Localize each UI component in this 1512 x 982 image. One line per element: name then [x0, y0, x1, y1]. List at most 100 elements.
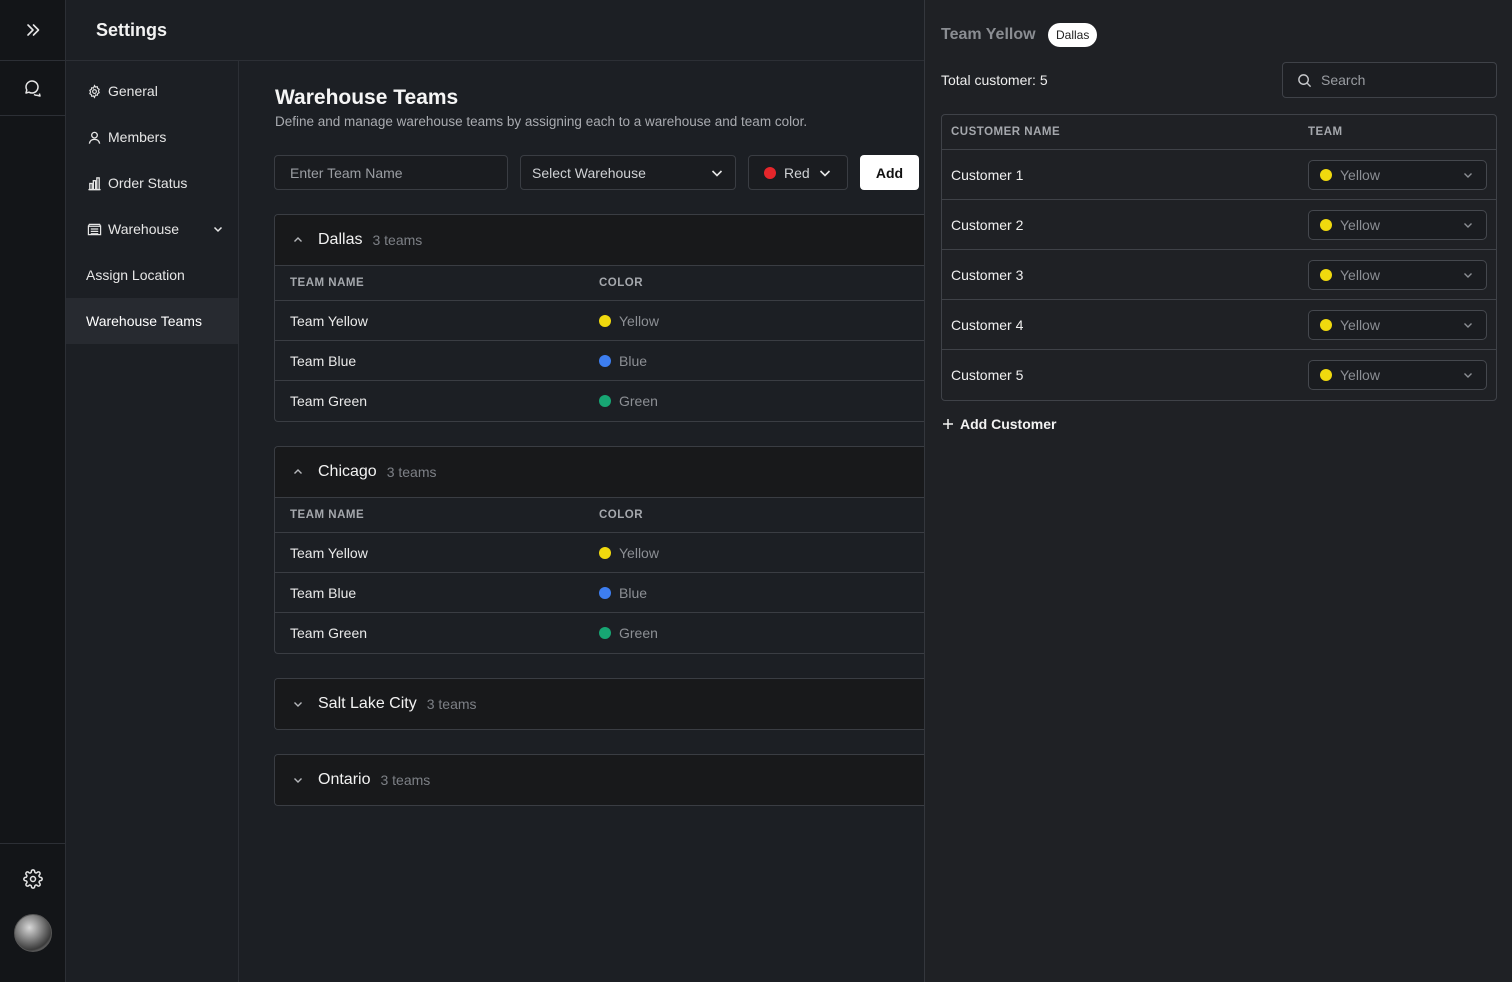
color-swatch: [1320, 318, 1332, 331]
table-row[interactable]: Team Green Green: [275, 381, 924, 421]
warehouse-badge: Dallas: [1048, 23, 1098, 47]
team-color-label: Yellow: [619, 544, 659, 561]
column-color: COLOR: [599, 277, 644, 289]
add-customer-button[interactable]: Add Customer: [942, 416, 1056, 432]
table-row[interactable]: Team Yellow Yellow: [275, 533, 924, 573]
settings-button[interactable]: [0, 844, 65, 914]
team-color-label: Green: [619, 393, 658, 409]
rail-bottom: [0, 843, 65, 982]
warehouse-icon: [86, 221, 102, 237]
plus-icon: [942, 418, 954, 430]
chevron-down-icon: [1462, 219, 1474, 231]
nav-item-label: Order Status: [108, 175, 188, 191]
chevron-up-icon: [292, 234, 304, 246]
nav-item-assign-location[interactable]: Assign Location: [66, 252, 238, 298]
team-select[interactable]: Yellow: [1308, 159, 1487, 190]
icon-rail: [0, 0, 66, 982]
group-city: Salt Lake City: [318, 695, 417, 712]
search-placeholder: Search: [1321, 72, 1366, 88]
customer-name: Customer 5: [951, 367, 1024, 383]
group-header[interactable]: Dallas 3 teams: [275, 215, 924, 265]
color-swatch: [599, 546, 611, 559]
column-color: COLOR: [599, 509, 644, 521]
team-select[interactable]: Yellow: [1308, 209, 1487, 240]
team-name: Team Yellow: [290, 544, 368, 561]
team-name-input[interactable]: [274, 155, 508, 190]
table-row: Customer 2 Yellow: [942, 200, 1496, 250]
chevron-down-icon: [710, 166, 724, 180]
customer-name: Customer 3: [951, 266, 1024, 283]
team-select[interactable]: Yellow: [1308, 360, 1487, 390]
gear-icon: [86, 83, 102, 99]
team-name: Team Green: [290, 393, 368, 409]
color-select-value: Red: [784, 164, 810, 181]
nav-item-general[interactable]: General: [66, 68, 238, 114]
color-swatch: [599, 586, 611, 599]
chevron-down-icon: [1462, 369, 1474, 381]
team-name: Team Yellow: [290, 312, 368, 329]
panel-title: Team Yellow: [941, 26, 1036, 43]
team-name: Team Blue: [290, 584, 357, 601]
group-count: 3 teams: [380, 772, 431, 788]
warehouse-select-value: Select Warehouse: [532, 164, 646, 181]
team-select-value: Yellow: [1340, 266, 1380, 283]
avatar-wrap: [0, 914, 65, 982]
team-select[interactable]: Yellow: [1308, 259, 1487, 290]
customer-search-input[interactable]: Search: [1282, 62, 1497, 98]
chat-button[interactable]: [0, 61, 65, 116]
color-swatch: [764, 166, 776, 179]
group-city: Chicago: [318, 463, 377, 480]
group-header[interactable]: Chicago 3 teams: [275, 447, 924, 497]
team-color-label: Yellow: [619, 312, 659, 329]
group-header[interactable]: Salt Lake City 3 teams: [275, 679, 924, 729]
expand-sidebar-button[interactable]: [0, 0, 65, 61]
nav-item-members[interactable]: Members: [66, 114, 238, 160]
group-header[interactable]: Ontario 3 teams: [275, 755, 924, 805]
team-select-value: Yellow: [1340, 216, 1380, 233]
chevron-down-icon: [292, 698, 304, 710]
chevron-down-icon: [1462, 269, 1474, 281]
chat-icon: [24, 80, 41, 97]
team-color: Blue: [599, 353, 647, 369]
team-color: Blue: [599, 585, 647, 601]
add-team-button[interactable]: Add: [860, 155, 919, 190]
table-row[interactable]: Team Yellow Yellow: [275, 301, 924, 341]
color-select[interactable]: Red: [748, 155, 848, 190]
nav-item-warehouse[interactable]: Warehouse: [66, 206, 238, 252]
color-swatch: [1320, 168, 1332, 181]
customer-name: Customer 2: [951, 216, 1024, 233]
table-row[interactable]: Team Green Green: [275, 613, 924, 653]
team-color-label: Blue: [619, 584, 648, 601]
page-description: Define and manage warehouse teams by ass…: [275, 114, 808, 129]
team-select[interactable]: Yellow: [1308, 309, 1487, 340]
bar-chart-icon: [86, 175, 102, 191]
group-city: Ontario: [318, 771, 371, 788]
color-swatch: [1320, 268, 1332, 281]
column-team-name: TEAM NAME: [290, 277, 365, 289]
nav-item-label: Warehouse Teams: [86, 313, 202, 329]
warehouse-group-dallas: Dallas 3 teams TEAM NAME COLOR Team Yell…: [274, 214, 924, 422]
color-swatch: [1320, 218, 1332, 231]
nav-item-warehouse-teams[interactable]: Warehouse Teams: [66, 298, 238, 344]
search-icon: [1297, 73, 1312, 88]
avatar[interactable]: [13, 914, 52, 952]
nav-item-order-status[interactable]: Order Status: [66, 160, 238, 206]
user-icon: [86, 129, 102, 145]
table-row: Customer 5 Yellow: [942, 350, 1496, 400]
double-chevron-right-icon: [26, 24, 39, 36]
warehouse-select[interactable]: Select Warehouse: [520, 155, 736, 190]
team-color: Green: [599, 393, 658, 409]
main-content: Warehouse Teams Define and manage wareho…: [239, 61, 924, 982]
page-title: Warehouse Teams: [275, 86, 459, 109]
chevron-up-icon: [292, 466, 304, 478]
color-swatch: [599, 627, 611, 639]
color-swatch: [599, 354, 611, 367]
customer-name: Customer 4: [951, 316, 1024, 333]
chevron-down-icon: [1462, 319, 1474, 331]
table-header: TEAM NAME COLOR: [275, 497, 924, 533]
table-row: Customer 4 Yellow: [942, 300, 1496, 350]
team-select-value: Yellow: [1340, 367, 1380, 383]
table-row[interactable]: Team Blue Blue: [275, 573, 924, 613]
table-row[interactable]: Team Blue Blue: [275, 341, 924, 381]
chevron-down-icon: [292, 774, 304, 786]
